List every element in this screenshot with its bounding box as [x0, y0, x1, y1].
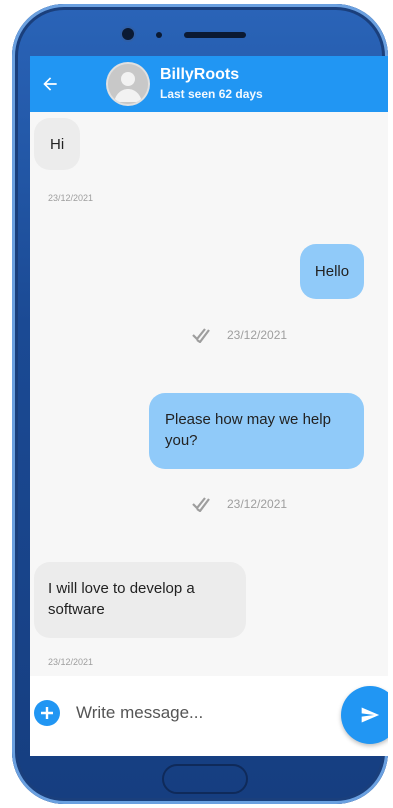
arrow-left-icon	[43, 77, 57, 91]
message-composer	[30, 676, 388, 756]
message-timestamp: 23/12/2021	[227, 328, 288, 342]
home-button[interactable]	[162, 764, 248, 794]
chat-header: BillyRoots Last seen 62 days	[30, 56, 388, 112]
earpiece-speaker	[184, 32, 246, 38]
double-check-icon	[192, 497, 210, 512]
send-icon	[361, 707, 380, 723]
message-bubble-incoming[interactable]: Hi	[34, 118, 81, 170]
message-input[interactable]	[76, 700, 276, 726]
contact-name[interactable]: BillyRoots	[160, 66, 239, 84]
top-bezel	[12, 4, 388, 54]
message-bubble-outgoing[interactable]: Hello	[300, 244, 364, 299]
message-timestamp: 23/12/2021	[48, 657, 94, 667]
double-check-icon	[192, 328, 210, 343]
message-timestamp: 23/12/2021	[227, 497, 288, 511]
avatar[interactable]	[108, 64, 148, 104]
chat-screen: BillyRoots Last seen 62 days Hi 23/12/20…	[30, 56, 388, 756]
last-seen-status: Last seen 62 days	[160, 87, 263, 101]
proximity-sensor	[156, 32, 162, 38]
person-icon	[108, 64, 148, 104]
message-text: Please how may we help you?	[165, 411, 331, 449]
add-attachment-button[interactable]	[34, 700, 60, 726]
message-timestamp: 23/12/2021	[48, 193, 94, 203]
phone-frame: BillyRoots Last seen 62 days Hi 23/12/20…	[12, 4, 388, 804]
plus-icon	[41, 707, 53, 719]
message-bubble-incoming[interactable]: I will love to develop a software	[34, 562, 246, 638]
message-text: I will love to develop a software	[48, 580, 195, 618]
back-button[interactable]	[36, 70, 64, 98]
message-text: Hello	[314, 263, 350, 280]
send-button[interactable]	[341, 686, 388, 744]
front-camera	[122, 28, 134, 40]
message-text: Hi	[50, 135, 65, 153]
message-bubble-outgoing[interactable]: Please how may we help you?	[149, 393, 364, 469]
